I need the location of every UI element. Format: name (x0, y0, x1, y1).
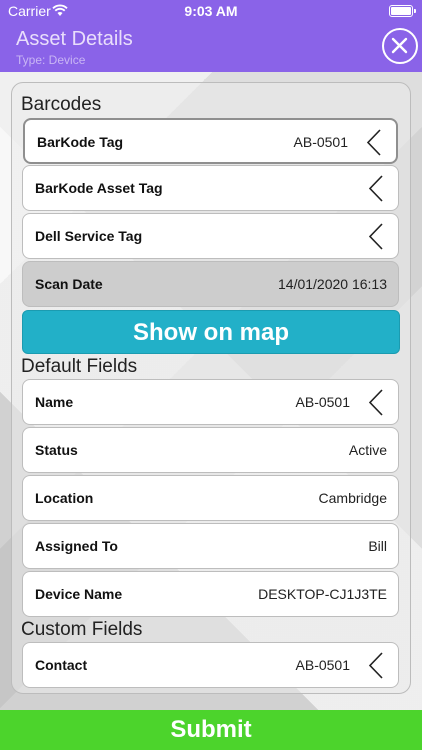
page-title: Asset Details (16, 28, 133, 50)
field-row-device-name[interactable]: Device Name DESKTOP-CJ1J3TE (22, 571, 399, 617)
field-row-name[interactable]: Name AB-0501 (22, 379, 399, 425)
section-barcodes: Barcodes (21, 94, 102, 115)
header-bar: Asset Details Type: Device (0, 22, 422, 72)
row-value: DESKTOP-CJ1J3TE (258, 586, 387, 602)
battery-icon (389, 5, 416, 17)
row-label: Assigned To (35, 538, 118, 554)
section-default-fields: Default Fields (21, 356, 138, 377)
row-label: BarKode Tag (37, 134, 124, 150)
chevron-left-icon (366, 129, 381, 156)
page-subtitle: Type: Device (16, 53, 86, 67)
chevron-left-icon (368, 223, 383, 250)
row-value: Active (348, 442, 387, 458)
barcode-row-scan-date: Scan Date 14/01/2020 16:13 (22, 261, 399, 307)
row-label: BarKode Asset Tag (35, 180, 163, 196)
row-label: Status (35, 442, 78, 458)
chevron-left-icon (368, 389, 383, 416)
row-label: Dell Service Tag (35, 228, 143, 244)
chevron-left-icon (368, 175, 383, 202)
field-row-assigned-to[interactable]: Assigned To Bill (22, 523, 399, 569)
barcode-row-asset-tag[interactable]: BarKode Asset Tag (22, 165, 399, 211)
show-on-map-button[interactable]: Show on map (22, 310, 400, 354)
clock: 9:03 AM (184, 3, 238, 19)
row-value: AB-0501 (295, 657, 350, 673)
row-label: Contact (35, 657, 88, 673)
chevron-left-icon (368, 652, 383, 679)
row-value: Cambridge (318, 490, 387, 506)
row-label: Name (35, 394, 74, 410)
field-row-location[interactable]: Location Cambridge (22, 475, 399, 521)
close-icon (391, 37, 408, 54)
custom-row-contact[interactable]: Contact AB-0501 (22, 642, 399, 688)
row-value: Bill (368, 538, 387, 554)
close-button[interactable] (382, 28, 418, 64)
barcode-row-dell-service-tag[interactable]: Dell Service Tag (22, 213, 399, 259)
row-value: 14/01/2020 16:13 (278, 276, 387, 292)
status-bar: Carrier 9:03 AM (0, 0, 422, 22)
submit-button[interactable]: Submit (0, 710, 422, 750)
row-label: Location (35, 490, 94, 506)
row-label: Device Name (35, 586, 123, 602)
row-label: Scan Date (35, 276, 103, 292)
row-value: AB-0501 (295, 394, 350, 410)
barcode-row-barkode-tag[interactable]: BarKode Tag AB-0501 (23, 118, 398, 164)
field-row-status[interactable]: Status Active (22, 427, 399, 473)
row-value: AB-0501 (293, 134, 348, 150)
section-custom-fields: Custom Fields (21, 619, 143, 640)
